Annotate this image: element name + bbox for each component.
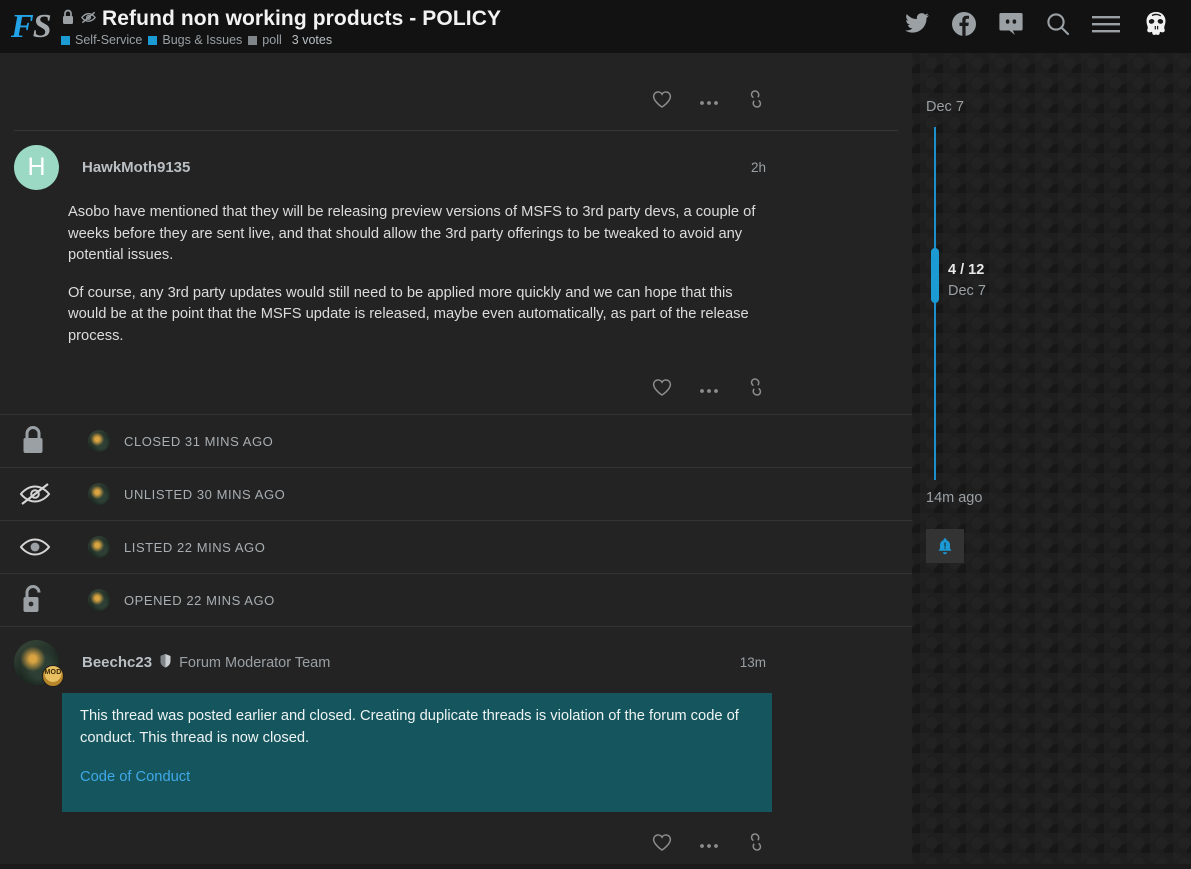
- code-of-conduct-link[interactable]: Code of Conduct: [80, 769, 190, 785]
- twitter-icon[interactable]: [904, 12, 930, 41]
- post-username[interactable]: Beechc23: [82, 654, 152, 671]
- topic-meta: Self-Service Bugs & Issues poll 3 votes: [61, 33, 904, 47]
- moderation-log-row: CLOSED 31 MINS AGO: [0, 414, 912, 467]
- shield-icon: [159, 653, 172, 673]
- category-label: Bugs & Issues: [162, 33, 243, 47]
- category-tag-self-service[interactable]: Self-Service: [61, 33, 142, 47]
- search-icon[interactable]: [1045, 11, 1071, 42]
- logo-letter-f: F: [11, 7, 34, 45]
- avatar[interactable]: [88, 589, 110, 611]
- more-options-icon[interactable]: [699, 381, 719, 399]
- discord-icon[interactable]: [998, 11, 1024, 42]
- timeline-current-date: Dec 7: [948, 283, 986, 299]
- page-body: H HawkMoth9135 2h Asobo have mentioned t…: [0, 53, 1191, 864]
- timeline-position-label: 4 / 12 Dec 7: [948, 260, 986, 302]
- timeline-scrubber-handle[interactable]: [931, 248, 939, 303]
- notification-bell-icon: [938, 537, 952, 554]
- timeline-post-counter: 4 / 12: [948, 262, 985, 278]
- share-link-icon[interactable]: [746, 89, 766, 114]
- post-actions-top: [0, 53, 912, 130]
- lock-open-icon: [18, 583, 56, 617]
- post-paragraph: Of course, any 3rd party updates would s…: [68, 284, 749, 344]
- category-color-swatch: [248, 35, 258, 45]
- lock-icon: [61, 9, 75, 30]
- timeline-track[interactable]: [934, 127, 936, 480]
- moderation-log-row: LISTED 22 MINS AGO: [0, 520, 912, 573]
- mod-flair-badge: MOD: [42, 665, 64, 687]
- category-label: Self-Service: [75, 33, 143, 47]
- category-tag-bugs-issues[interactable]: Bugs & Issues: [148, 33, 242, 47]
- moderation-log-text: LISTED 22 MINS AGO: [124, 539, 266, 555]
- moderator-notice-text: This thread was posted earlier and close…: [80, 708, 739, 746]
- logo-letter-s: S: [32, 7, 52, 45]
- like-icon[interactable]: [652, 833, 672, 857]
- eye-icon: [18, 534, 56, 560]
- moderation-log-row: OPENED 22 MINS AGO: [0, 573, 912, 626]
- page-title: Refund non working products - POLICY: [102, 7, 502, 30]
- category-color-swatch: [148, 35, 158, 45]
- eye-slash-icon: [18, 479, 56, 509]
- header-icon-bar: [904, 9, 1171, 44]
- site-header: FS Refund non working products - POLICY …: [0, 0, 1191, 53]
- user-avatar-skull-icon[interactable]: [1141, 9, 1171, 44]
- moderator-notice-box: This thread was posted earlier and close…: [62, 693, 772, 812]
- post-timestamp: 2h: [750, 160, 766, 175]
- post-actions: [0, 832, 912, 869]
- avatar[interactable]: MOD: [14, 640, 64, 687]
- post-timestamp: 13m: [739, 655, 766, 670]
- hamburger-menu-icon[interactable]: [1092, 14, 1120, 39]
- moderation-log-row: UNLISTED 30 MINS AGO: [0, 467, 912, 520]
- category-label: poll: [262, 33, 282, 47]
- post-actions: [0, 377, 912, 414]
- vote-count: 3 votes: [291, 33, 333, 47]
- moderation-log-text: UNLISTED 30 MINS AGO: [124, 486, 286, 502]
- moderation-log-text: CLOSED 31 MINS AGO: [124, 433, 274, 449]
- lock-closed-icon: [18, 424, 56, 458]
- avatar[interactable]: H: [14, 145, 59, 190]
- like-icon[interactable]: [652, 90, 672, 114]
- timeline-rail: Dec 7 4 / 12 Dec 7 14m ago: [912, 53, 1191, 864]
- timeline-start-date: Dec 7: [926, 99, 964, 115]
- more-options-icon[interactable]: [699, 836, 719, 854]
- post-body: Asobo have mentioned that they will be r…: [0, 202, 912, 347]
- avatar[interactable]: [88, 483, 110, 505]
- post-paragraph: Asobo have mentioned that they will be r…: [68, 204, 756, 263]
- avatar[interactable]: [88, 430, 110, 452]
- moderation-log-text: OPENED 22 MINS AGO: [124, 592, 275, 608]
- avatar[interactable]: [88, 536, 110, 558]
- facebook-icon[interactable]: [951, 11, 977, 42]
- more-options-icon[interactable]: [699, 93, 719, 111]
- notification-bell-button[interactable]: [926, 529, 964, 563]
- avatar-initial: H: [27, 153, 46, 181]
- post-user-title: Forum Moderator Team: [179, 654, 331, 671]
- share-link-icon[interactable]: [746, 377, 766, 402]
- category-tag-poll[interactable]: poll: [248, 33, 282, 47]
- topic-title-block: Refund non working products - POLICY Sel…: [61, 6, 904, 47]
- site-logo[interactable]: FS: [11, 7, 55, 45]
- post-hawkmoth: H HawkMoth9135 2h Asobo have mentioned t…: [0, 131, 912, 414]
- eye-slash-icon: [80, 9, 97, 30]
- like-icon[interactable]: [652, 378, 672, 402]
- share-link-icon[interactable]: [746, 832, 766, 857]
- post-username[interactable]: HawkMoth9135: [82, 159, 190, 176]
- timeline-end-date: 14m ago: [926, 490, 983, 506]
- topic-content-column: H HawkMoth9135 2h Asobo have mentioned t…: [0, 53, 912, 864]
- category-color-swatch: [61, 35, 70, 45]
- post-moderator: MOD Beechc23 Forum Moderator Team 13m Th…: [0, 626, 912, 869]
